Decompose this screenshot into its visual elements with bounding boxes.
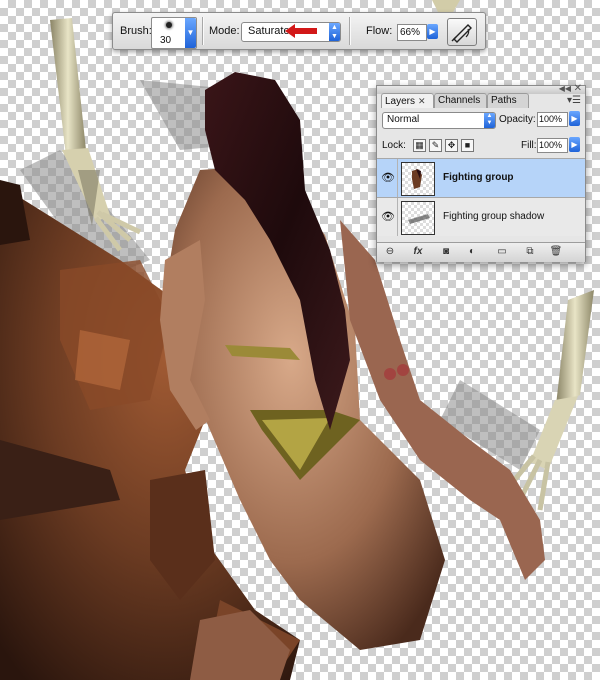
tab-label: Channels <box>438 95 481 106</box>
brush-preset-picker[interactable]: 30 ▼ <box>151 17 197 49</box>
brush-tip-icon <box>166 22 172 28</box>
opacity-label: Opacity: <box>499 114 536 125</box>
trash-icon[interactable]: 🗑 <box>549 246 563 258</box>
lock-label: Lock: <box>382 140 406 151</box>
tool-options-bar: Brush: 30 ▼ Mode: Saturate ▲ ▼ Flow: 66% … <box>112 12 486 50</box>
mode-label: Mode: <box>209 25 240 37</box>
opacity-arrow-icon[interactable]: ▶ <box>569 111 580 126</box>
tab-label: Layers <box>385 96 416 107</box>
layer-row-fighting-group-shadow[interactable]: 👁 Fighting group shadow <box>377 197 585 236</box>
red-pointer-arrow-icon <box>285 24 317 38</box>
brush-label: Brush: <box>120 25 152 37</box>
mode-value: Saturate <box>248 25 290 37</box>
airbrush-toggle-button[interactable] <box>447 18 477 46</box>
brush-size-value: 30 <box>160 35 172 46</box>
collapse-icon[interactable]: ◀◀ <box>559 84 571 93</box>
fill-label: Fill: <box>521 140 537 151</box>
skeleton-arm-right <box>506 290 594 511</box>
layer-name[interactable]: Fighting group shadow <box>443 211 544 222</box>
eye-icon: 👁 <box>381 211 395 223</box>
panel-menu-icon[interactable]: ▾☰ <box>567 95 581 106</box>
layer-name[interactable]: Fighting group <box>443 172 514 183</box>
brush-dropdown-arrow-icon[interactable]: ▼ <box>185 18 196 48</box>
lock-position-icon[interactable]: ✥ <box>445 139 458 152</box>
link-layers-icon[interactable]: ⊖ <box>383 246 397 258</box>
fill-input[interactable]: 100% <box>537 138 568 153</box>
tab-paths[interactable]: Paths <box>487 93 529 108</box>
layers-bottom-toolbar: ⊖ fx ◙ ◐ ▭ ⧉ 🗑 <box>377 242 585 262</box>
new-group-icon[interactable]: ▭ <box>495 246 509 258</box>
tab-channels[interactable]: Channels <box>434 93 487 108</box>
tab-close-icon[interactable]: ✕ <box>418 96 426 106</box>
blend-mode-value: Normal <box>387 114 420 125</box>
separator <box>202 17 204 45</box>
visibility-toggle[interactable]: 👁 <box>377 198 398 236</box>
layer-style-fx-icon[interactable]: fx <box>411 246 425 258</box>
mode-stepper-icon[interactable]: ▲ ▼ <box>329 23 340 41</box>
lock-paint-icon[interactable]: ✎ <box>429 139 442 152</box>
close-icon[interactable]: ✕ <box>574 83 582 94</box>
layer-row-fighting-group[interactable]: 👁 Fighting group <box>377 158 585 197</box>
layer-thumbnail <box>401 162 435 196</box>
flow-slider-arrow-icon[interactable]: ▶ <box>427 24 438 39</box>
layer-thumbnail <box>401 201 435 235</box>
fill-arrow-icon[interactable]: ▶ <box>569 137 580 152</box>
flow-input[interactable]: 66% <box>397 24 427 41</box>
layers-panel: ◀◀ ✕ Layers ✕ Channels Paths ▾☰ Normal ▲ ▼… <box>376 83 586 262</box>
adjustment-layer-icon[interactable]: ◐ <box>465 246 479 258</box>
tab-layers[interactable]: Layers ✕ <box>381 93 434 108</box>
opacity-input[interactable]: 100% <box>537 112 568 127</box>
blend-mode-select[interactable]: Normal ▲ ▼ <box>382 112 496 129</box>
separator <box>349 17 351 45</box>
airbrush-icon <box>451 24 472 43</box>
visibility-toggle[interactable]: 👁 <box>377 159 398 197</box>
eye-icon: 👁 <box>381 172 395 184</box>
tab-label: Paths <box>491 95 517 106</box>
new-layer-icon[interactable]: ⧉ <box>523 246 537 258</box>
lock-all-icon[interactable]: ■ <box>461 139 474 152</box>
blend-stepper-icon[interactable]: ▲ ▼ <box>484 113 495 128</box>
add-mask-icon[interactable]: ◙ <box>439 246 453 258</box>
flow-label: Flow: <box>366 25 393 37</box>
lock-transparent-icon[interactable]: ▦ <box>413 139 426 152</box>
